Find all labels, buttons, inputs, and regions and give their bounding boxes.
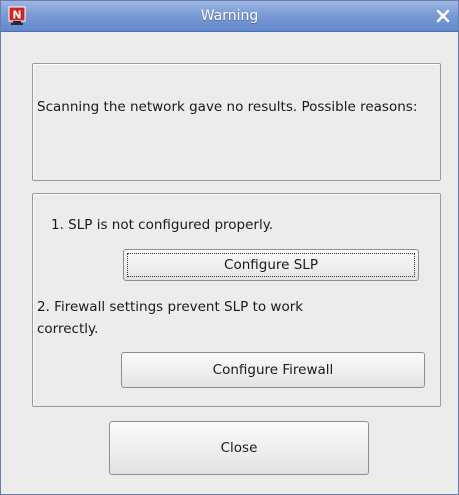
configure-firewall-button[interactable]: Configure Firewall — [121, 352, 425, 388]
message-panel — [32, 63, 441, 181]
configure-slp-label: Configure SLP — [224, 257, 318, 273]
window-title: Warning — [200, 8, 259, 24]
slp-reason-text: 1. SLP is not configured properly. — [51, 217, 274, 233]
warning-dialog: N Warning Scanning the network gave no r… — [0, 0, 459, 495]
firewall-reason-text-line1: 2. Firewall settings prevent SLP to work — [37, 299, 304, 315]
firewall-reason-text-line2: correctly. — [37, 321, 99, 337]
title-bar[interactable]: N Warning — [1, 1, 458, 32]
configure-firewall-label: Configure Firewall — [212, 362, 334, 378]
close-button[interactable]: Close — [109, 421, 369, 475]
message-text: Scanning the network gave no results. Po… — [37, 99, 418, 115]
configure-slp-button[interactable]: Configure SLP — [123, 249, 419, 281]
close-button-label: Close — [220, 440, 258, 456]
close-icon[interactable] — [434, 7, 452, 25]
